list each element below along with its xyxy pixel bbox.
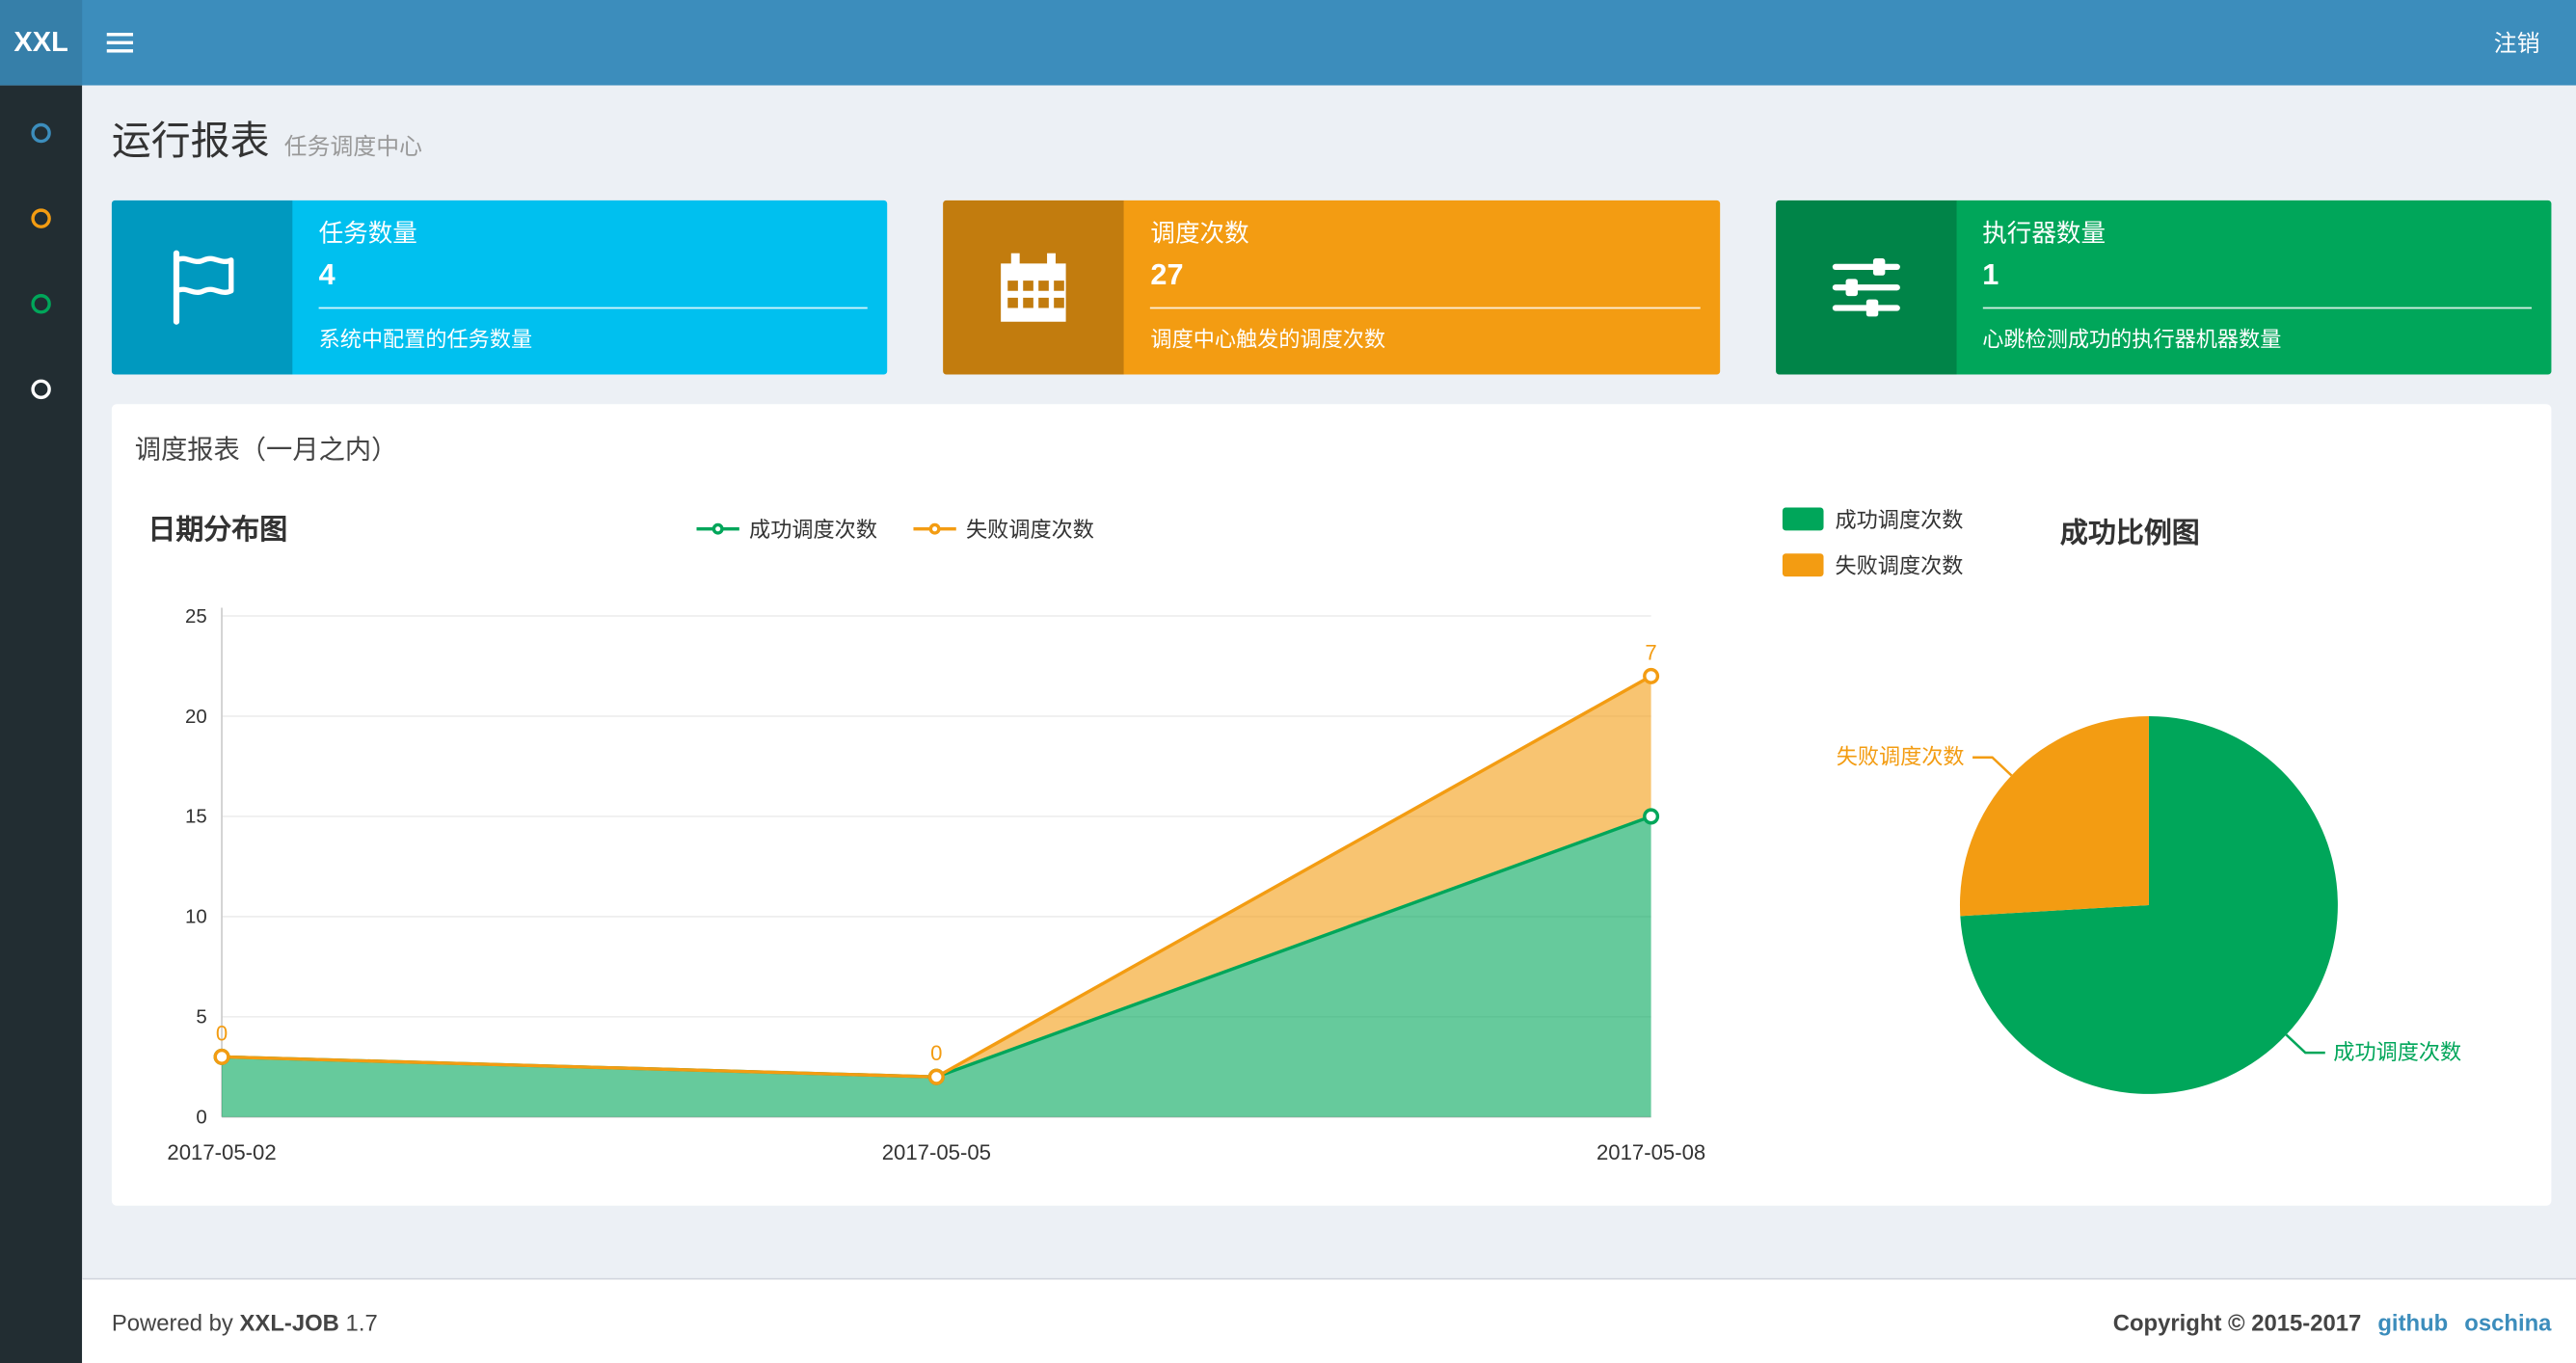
schedule-report-panel: 调度报表（一月之内） 日期分布图 成功调度次数 失败调度次数 0 5 10 15 20 2… bbox=[111, 404, 2552, 1206]
svg-text:15: 15 bbox=[185, 806, 207, 828]
app-logo[interactable]: XXL bbox=[0, 0, 83, 86]
sidebar bbox=[0, 85, 83, 1363]
divider bbox=[318, 307, 869, 309]
sidebar-item-1-circle-icon[interactable] bbox=[31, 122, 51, 144]
hamburger-icon bbox=[106, 33, 134, 37]
legend-item-success[interactable]: 成功调度次数 bbox=[1782, 502, 1963, 533]
line-marker-icon bbox=[696, 521, 739, 534]
info-box-desc: 调度中心触发的调度次数 bbox=[1150, 327, 1386, 352]
svg-text:0: 0 bbox=[930, 1041, 942, 1065]
svg-text:5: 5 bbox=[196, 1006, 206, 1029]
page-title: 运行报表 bbox=[111, 120, 270, 165]
footer: Powered by XXL-JOB 1.7 Copyright © 2015-… bbox=[82, 1277, 2576, 1363]
info-box-job-count: 任务数量 4 系统中配置的任务数量 bbox=[111, 200, 888, 375]
svg-text:0: 0 bbox=[196, 1107, 206, 1129]
copyright-text: Copyright © 2015-2017 bbox=[2112, 1308, 2362, 1335]
line-chart-legend: 成功调度次数 失败调度次数 bbox=[696, 513, 1094, 544]
date-distribution-chart: 05101520252017-05-02 2017-05-05 2017-05-08… bbox=[167, 605, 1705, 1164]
page-subtitle: 任务调度中心 bbox=[283, 133, 422, 160]
divider bbox=[1150, 307, 1701, 309]
success-ratio-pie-chart: 成功调度次数 失败调度次数 bbox=[1837, 715, 2461, 1094]
svg-text:20: 20 bbox=[185, 706, 207, 728]
panel-title: 调度报表（一月之内） bbox=[134, 437, 398, 466]
info-box-desc: 系统中配置的任务数量 bbox=[318, 327, 533, 352]
svg-text:成功调度次数: 成功调度次数 bbox=[2333, 1040, 2461, 1064]
svg-text:0: 0 bbox=[216, 1021, 228, 1045]
footer-copyright: Copyright © 2015-2017 github oschina bbox=[2113, 1308, 2552, 1334]
line-marker-icon bbox=[913, 521, 956, 534]
svg-text:失败调度次数: 失败调度次数 bbox=[1837, 745, 1965, 769]
top-navbar: XXL 注销 bbox=[0, 0, 2576, 86]
info-box-value: 1 bbox=[1982, 257, 1999, 291]
svg-text:2017-05-08: 2017-05-08 bbox=[1597, 1140, 1705, 1164]
sidebar-toggle-button[interactable] bbox=[82, 0, 157, 86]
info-box-value: 27 bbox=[1150, 257, 1184, 291]
pie-chart-title: 成功比例图 bbox=[2059, 517, 2200, 549]
legend-item-fail[interactable]: 失败调度次数 bbox=[913, 513, 1094, 544]
footer-powered-by: Powered by XXL-JOB 1.7 bbox=[111, 1308, 378, 1335]
oschina-link[interactable]: oschina bbox=[2464, 1308, 2551, 1334]
sidebar-item-2-circle-icon[interactable] bbox=[31, 208, 51, 228]
github-link[interactable]: github bbox=[2377, 1308, 2448, 1334]
main-content: 运行报表 任务调度中心 任务数量 4 系统中配置的任务数量 调度次数 27 调度… bbox=[82, 86, 2576, 1278]
info-box-executor-count: 执行器数量 1 心跳检测成功的执行器机器数量 bbox=[1775, 200, 2552, 375]
sidebar-item-3-circle-icon[interactable] bbox=[31, 294, 51, 314]
info-box-title: 调度次数 bbox=[1150, 220, 1249, 249]
flag-icon bbox=[111, 200, 293, 375]
line-chart-title: 日期分布图 bbox=[148, 514, 288, 546]
info-box-value: 4 bbox=[318, 257, 335, 291]
product-version: 1.7 bbox=[345, 1308, 378, 1335]
svg-text:25: 25 bbox=[185, 605, 207, 628]
info-box-desc: 心跳检测成功的执行器机器数量 bbox=[1982, 327, 2282, 352]
swatch-icon bbox=[1782, 506, 1824, 530]
legend-item-fail[interactable]: 失败调度次数 bbox=[1782, 548, 1963, 579]
page-header: 运行报表 任务调度中心 bbox=[112, 108, 2552, 171]
xxl-job-dashboard: XXL 注销 运行报表 任务调度中心 任务数量 4 系统中配置的任务数量 调度次… bbox=[0, 0, 2576, 1363]
swatch-icon bbox=[1782, 552, 1824, 576]
legend-item-success[interactable]: 成功调度次数 bbox=[696, 513, 877, 544]
divider bbox=[1982, 307, 2532, 309]
svg-text:7: 7 bbox=[1645, 640, 1656, 664]
info-box-title: 执行器数量 bbox=[1982, 220, 2106, 249]
logout-link[interactable]: 注销 bbox=[2457, 0, 2576, 86]
svg-text:2017-05-02: 2017-05-02 bbox=[167, 1140, 276, 1164]
calendar-icon bbox=[943, 200, 1125, 375]
svg-text:10: 10 bbox=[185, 906, 207, 928]
info-box-title: 任务数量 bbox=[318, 220, 417, 249]
info-box-trigger-count: 调度次数 27 调度中心触发的调度次数 bbox=[943, 200, 1720, 375]
svg-text:2017-05-05: 2017-05-05 bbox=[882, 1140, 991, 1164]
sidebar-item-4-circle-icon[interactable] bbox=[31, 379, 51, 400]
product-name: XXL-JOB bbox=[239, 1308, 339, 1335]
pie-chart-legend: 成功调度次数 失败调度次数 bbox=[1782, 502, 1963, 579]
summary-boxes: 任务数量 4 系统中配置的任务数量 调度次数 27 调度中心触发的调度次数 执行… bbox=[111, 200, 2552, 375]
sliders-icon bbox=[1775, 200, 1956, 375]
